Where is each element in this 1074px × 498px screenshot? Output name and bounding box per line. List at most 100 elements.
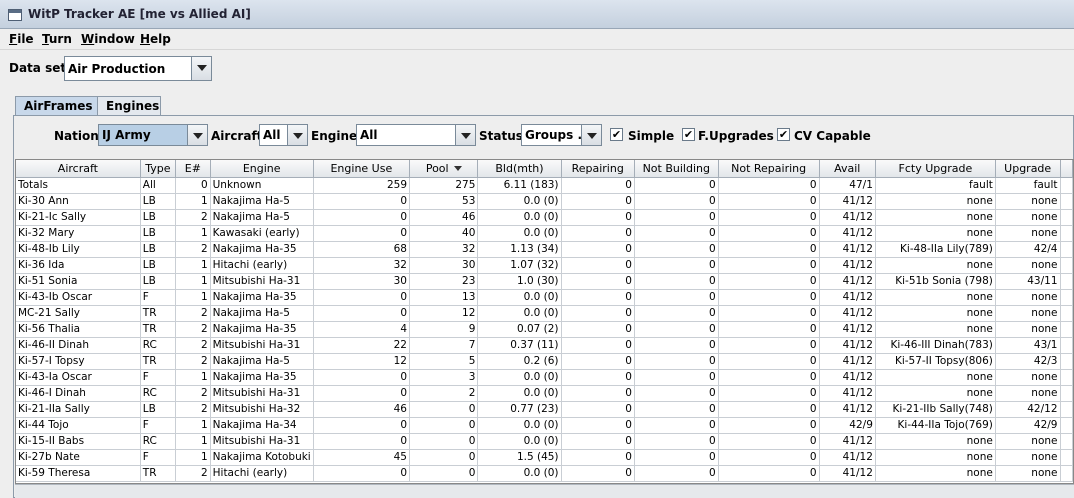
chevron-down-icon[interactable] — [455, 125, 475, 145]
nation-select[interactable]: IJ Army — [98, 124, 208, 146]
table-cell: 12 — [409, 305, 479, 322]
table-cell: 0 — [409, 449, 479, 466]
table-row[interactable]: Ki-44 Tojo F 1 Nakajima Ha-34 0 0 0.0 (0) 0 0 0 42… — [16, 417, 1073, 434]
table-row[interactable]: Ki-36 Ida LB 1 Hitachi (early) 32 30 1.07 (32)… — [16, 257, 1073, 274]
table-cell: 0 — [409, 433, 479, 450]
chevron-down-icon[interactable] — [191, 57, 211, 80]
table-row[interactable]: Ki-46-I Dinah RC 2 Mitsubishi Ha-31 0 2 0.0 (0… — [16, 385, 1073, 402]
aircraft-table[interactable]: Aircraft Type E# Engine Engine Use Pool Bld(mt… — [15, 159, 1074, 484]
column-header[interactable]: Bld(mth) — [477, 160, 562, 178]
chevron-down-icon[interactable] — [187, 125, 207, 145]
column-header[interactable]: E# — [175, 160, 211, 178]
simple-checkbox[interactable]: ✔ — [610, 128, 623, 141]
table-cell: Nakajima Ha-34 — [210, 417, 314, 434]
table-row[interactable]: Totals All 0 Unknown 259 275 6.11 (183) 0 0 0 47/1… — [16, 177, 1073, 194]
table-cell: 0 — [561, 337, 635, 354]
table-row[interactable]: Ki-43-Ia Oscar F 1 Nakajima Ha-35 0 3 0.0 (0) 0… — [16, 369, 1073, 386]
horizontal-scrollbar[interactable] — [15, 484, 1074, 498]
table-cell-filler — [1060, 305, 1073, 322]
table-cell: 0 — [313, 465, 411, 482]
menu-help[interactable]: Help — [140, 32, 171, 46]
cv-capable-checkbox[interactable]: ✔ — [777, 128, 790, 141]
table-row[interactable]: Ki-27b Nate F 1 Nakajima Kotobuki 45 0 1.5 (45… — [16, 449, 1073, 466]
engine-select[interactable]: All — [356, 124, 476, 146]
table-cell-filler — [1060, 353, 1073, 370]
table-cell: Ki-30 Ann — [16, 193, 141, 210]
column-header[interactable]: Aircraft — [16, 160, 141, 178]
table-cell: 43/1 — [995, 337, 1061, 354]
table-row[interactable]: Ki-46-II Dinah RC 2 Mitsubishi Ha-31 22 7 0.37… — [16, 337, 1073, 354]
column-header[interactable]: Pool — [409, 160, 479, 178]
table-row[interactable]: Ki-21-Ic Sally LB 2 Nakajima Ha-5 0 46 0.0 (0)… — [16, 209, 1073, 226]
table-cell: F — [140, 449, 177, 466]
table-row[interactable]: Ki-21-IIa Sally LB 2 Mitsubishi Ha-32 46 0 0.7… — [16, 401, 1073, 418]
table-row[interactable]: Ki-30 Ann LB 1 Nakajima Ha-5 0 53 0.0 (0) 0 0 0 41… — [16, 193, 1073, 210]
column-header[interactable]: Avail — [819, 160, 876, 178]
table-row[interactable]: Ki-48-Ib Lily LB 2 Nakajima Ha-35 68 32 1.13 (… — [16, 241, 1073, 258]
table-cell: 1.5 (45) — [477, 449, 562, 466]
tab-engines[interactable]: Engines — [97, 96, 161, 115]
table-row[interactable]: Ki-59 Theresa TR 2 Hitachi (early) 0 0 0.0 (0)… — [16, 465, 1073, 482]
table-row[interactable]: Ki-56 Thalia TR 2 Nakajima Ha-35 4 9 0.07 (2) 0… — [16, 321, 1073, 338]
table-cell: 0 — [561, 177, 635, 194]
table-cell: Ki-32 Mary — [16, 225, 141, 242]
table-cell: Nakajima Ha-5 — [210, 353, 314, 370]
table-row[interactable]: MC-21 Sally TR 2 Nakajima Ha-5 0 12 0.0 (0) 0 0 0… — [16, 305, 1073, 322]
table-cell: 0 — [634, 209, 719, 226]
table-cell: none — [995, 449, 1061, 466]
table-cell: 0 — [561, 257, 635, 274]
table-cell: 41/12 — [819, 369, 876, 386]
table-row[interactable]: Ki-57-I Topsy TR 2 Nakajima Ha-5 12 5 0.2 (6) 0… — [16, 353, 1073, 370]
column-header[interactable]: Engine Use — [313, 160, 411, 178]
table-cell: 0 — [718, 353, 820, 370]
column-header[interactable]: Upgrade — [995, 160, 1061, 178]
table-cell: 32 — [313, 257, 411, 274]
dataset-select[interactable]: Air Production — [64, 56, 212, 81]
table-cell-filler — [1060, 225, 1073, 242]
column-header[interactable]: Repairing — [561, 160, 635, 178]
table-cell: 41/12 — [819, 225, 876, 242]
table-cell: Ki-48-IIa Lily(789) — [875, 241, 996, 258]
column-header-label: Not Building — [642, 161, 710, 175]
menu-turn[interactable]: Turn — [42, 32, 72, 46]
table-cell: Ki-57-I Topsy — [16, 353, 141, 370]
table-cell: 259 — [313, 177, 411, 194]
table-row[interactable]: Ki-32 Mary LB 1 Kawasaki (early) 0 40 0.0 (0) 0… — [16, 225, 1073, 242]
table-cell: none — [875, 305, 996, 322]
table-cell: none — [995, 321, 1061, 338]
menu-file[interactable]: File — [9, 32, 34, 46]
table-cell: 0 — [634, 273, 719, 290]
column-header[interactable]: Fcty Upgrade — [875, 160, 996, 178]
table-cell: Mitsubishi Ha-31 — [210, 433, 314, 450]
column-header[interactable]: Type — [140, 160, 177, 178]
table-row[interactable]: Ki-43-Ib Oscar F 1 Nakajima Ha-35 0 13 0.0 (0)… — [16, 289, 1073, 306]
table-row[interactable]: Ki-15-II Babs RC 1 Mitsubishi Ha-31 0 0 0.0 (0… — [16, 433, 1073, 450]
status-select[interactable]: Groups ... — [521, 124, 602, 146]
table-cell: Ki-15-II Babs — [16, 433, 141, 450]
chevron-down-icon[interactable] — [287, 125, 307, 145]
column-header[interactable]: Not Building — [634, 160, 719, 178]
table-cell: 46 — [313, 401, 411, 418]
status-value: Groups ... — [525, 128, 581, 142]
aircraft-select[interactable]: All — [259, 124, 308, 146]
tab-airframes[interactable]: AirFrames — [15, 96, 102, 116]
table-cell: 0 — [561, 353, 635, 370]
table-cell: 0 — [561, 385, 635, 402]
table-cell: 0 — [561, 401, 635, 418]
table-cell: 0 — [313, 369, 411, 386]
chevron-down-icon[interactable] — [581, 125, 601, 145]
table-cell: 41/12 — [819, 449, 876, 466]
table-row[interactable]: Ki-51 Sonia LB 1 Mitsubishi Ha-31 30 23 1.0 (3… — [16, 273, 1073, 290]
fupgrades-checkbox[interactable]: ✔ — [682, 128, 695, 141]
table-cell-filler — [1060, 465, 1073, 482]
table-cell: 0 — [718, 449, 820, 466]
column-header[interactable]: Engine — [210, 160, 314, 178]
column-header[interactable]: Not Repairing — [718, 160, 820, 178]
table-cell: 1.07 (32) — [477, 257, 562, 274]
table-cell: 0 — [718, 209, 820, 226]
table-cell: none — [995, 433, 1061, 450]
table-cell: 1.0 (30) — [477, 273, 562, 290]
table-cell: Ki-56 Thalia — [16, 321, 141, 338]
menu-window[interactable]: Window — [81, 32, 135, 46]
table-cell: 0.07 (2) — [477, 321, 562, 338]
